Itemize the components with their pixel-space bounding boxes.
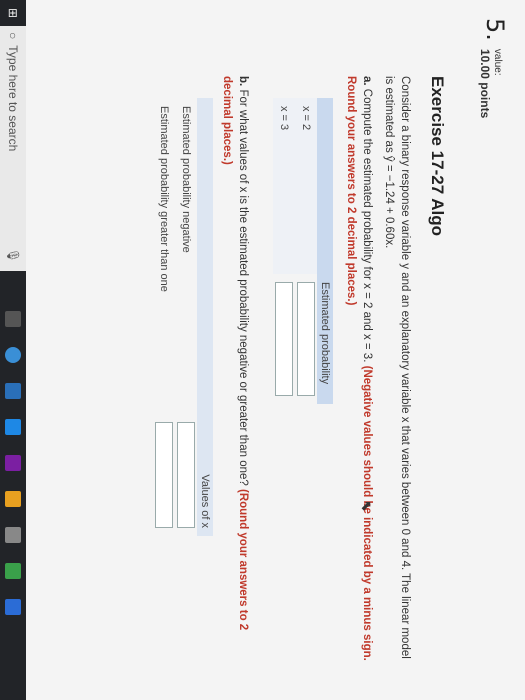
app-icon[interactable] bbox=[5, 455, 21, 471]
negative-x-input[interactable] bbox=[177, 422, 195, 528]
value-label: value: bbox=[492, 48, 503, 76]
values-of-x-table: Values of x Estimated probability negati… bbox=[153, 98, 213, 536]
file-explorer-icon[interactable] bbox=[5, 383, 21, 399]
row-label-greater-than-one: Estimated probability greater than one bbox=[158, 106, 170, 292]
estimated-probability-table: Estimated probability x = 2 x = 3 bbox=[273, 98, 333, 404]
part-b-prompt: b. For what values of x is the estimated… bbox=[219, 76, 251, 666]
word-icon[interactable] bbox=[5, 599, 21, 615]
part-a-prefix: a. bbox=[361, 76, 373, 86]
start-button[interactable]: ⊞ bbox=[0, 0, 26, 26]
screen: 5. value: 10.00 points Exercise 17-27 Al… bbox=[0, 0, 525, 700]
values-of-x-header: Values of x bbox=[197, 414, 213, 536]
exercise-title: Exercise 17-27 Algo bbox=[428, 76, 447, 237]
question-header: 5. value: 10.00 points bbox=[478, 18, 509, 678]
exercise-intro: Consider a binary response variable y an… bbox=[383, 76, 411, 659]
mouse-cursor-icon: ⬉ bbox=[359, 500, 375, 512]
search-placeholder: Type here to search bbox=[6, 45, 20, 152]
question-value: value: 10.00 points bbox=[478, 48, 503, 119]
question-number: 5. bbox=[481, 18, 509, 41]
search-circle-icon: ○ bbox=[6, 32, 20, 40]
row-label-x3: x = 3 bbox=[273, 98, 295, 274]
table-row: Estimated probability negative bbox=[175, 98, 197, 536]
taskbar-apps bbox=[5, 311, 21, 615]
taskbar-search[interactable]: ○ Type here to search 🎙 bbox=[0, 26, 26, 271]
part-b-text: For what values of x is the estimated pr… bbox=[237, 89, 249, 486]
taskbar: ⊞ ○ Type here to search 🎙 bbox=[0, 0, 26, 700]
part-a-text: Compute the estimated probability for x … bbox=[361, 88, 373, 363]
app-icon-2[interactable] bbox=[5, 491, 21, 507]
app-icon-3[interactable] bbox=[5, 527, 21, 543]
probability-x3-input[interactable] bbox=[275, 282, 293, 396]
task-view-icon[interactable] bbox=[5, 311, 21, 327]
table-row: Estimated probability greater than one bbox=[153, 98, 175, 536]
estimated-probability-header: Estimated probability bbox=[317, 274, 333, 404]
row-label-negative: Estimated probability negative bbox=[180, 106, 192, 253]
greater-than-one-x-input[interactable] bbox=[155, 422, 173, 528]
table-row: x = 3 bbox=[273, 98, 295, 404]
edge-browser-icon[interactable] bbox=[5, 347, 21, 363]
question-content: 5. value: 10.00 points Exercise 17-27 Al… bbox=[153, 18, 509, 678]
probability-x2-input[interactable] bbox=[297, 282, 315, 396]
part-b-prefix: b. bbox=[237, 76, 249, 87]
app-icon-4[interactable] bbox=[5, 563, 21, 579]
store-icon[interactable] bbox=[5, 419, 21, 435]
part-a-prompt: a. Compute the estimated probability for… bbox=[343, 76, 375, 666]
row-label-x2: x = 2 bbox=[295, 98, 317, 274]
table-row: x = 2 bbox=[295, 98, 317, 404]
microphone-icon: 🎙 bbox=[6, 247, 20, 263]
points-label: 10.00 points bbox=[478, 48, 492, 119]
